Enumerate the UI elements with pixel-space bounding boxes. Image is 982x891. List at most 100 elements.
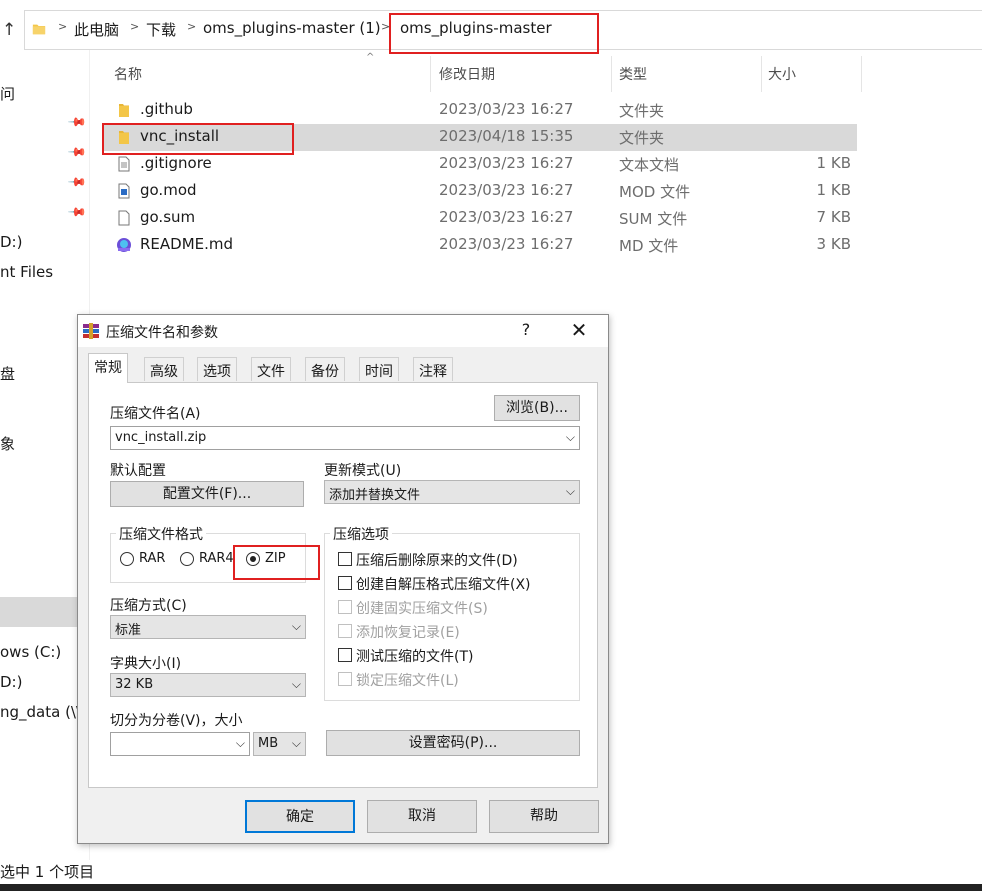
radio-rar4-label[interactable]: RAR4 [199, 551, 234, 566]
tab-files[interactable]: 文件 [251, 357, 291, 381]
column-header-type[interactable]: 类型 [619, 64, 647, 84]
file-size: 7 KB [816, 208, 851, 226]
column-header-name[interactable]: 名称 [114, 64, 142, 84]
column-divider[interactable] [430, 56, 431, 92]
checkbox-recovery [338, 624, 352, 638]
tab-options[interactable]: 选项 [197, 357, 237, 381]
file-row[interactable]: .github 2023/03/23 16:27 文件夹 [104, 97, 857, 124]
method-value: 标准 [115, 623, 142, 638]
checkbox-lock [338, 672, 352, 686]
file-row[interactable]: go.sum 2023/03/23 16:27 SUM 文件 7 KB [104, 205, 857, 232]
close-icon[interactable]: ✕ [568, 318, 590, 342]
file-type: MD 文件 [619, 237, 679, 255]
method-label: 压缩方式(C) [110, 598, 187, 614]
checkbox-recovery-label: 添加恢复记录(E) [356, 625, 460, 641]
file-date: 2023/04/18 15:35 [439, 127, 574, 145]
checkbox-test-label[interactable]: 测试压缩的文件(T) [356, 646, 473, 666]
column-header-size[interactable]: 大小 [768, 64, 796, 84]
column-divider[interactable] [611, 56, 612, 92]
taskbar-edge [0, 884, 982, 891]
help-icon[interactable]: ? [516, 320, 536, 340]
tab-comment[interactable]: 注释 [413, 357, 453, 381]
nav-item[interactable]: 盘 [0, 363, 15, 384]
checkbox-solid-label: 创建固实压缩文件(S) [356, 601, 488, 617]
chevron-down-icon[interactable]: ⌵ [292, 677, 301, 692]
radio-rar-label[interactable]: RAR [139, 551, 165, 566]
nav-item[interactable]: nt Files [0, 263, 53, 281]
column-divider[interactable] [761, 56, 762, 92]
radio-rar4[interactable] [180, 552, 194, 566]
tab-advanced[interactable]: 高级 [144, 357, 184, 381]
dialog-title: 压缩文件名和参数 [106, 325, 218, 341]
file-type: MOD 文件 [619, 183, 691, 201]
markdown-file-icon [117, 238, 131, 252]
chevron-down-icon[interactable]: ⌵ [292, 619, 301, 634]
dict-value: 32 KB [115, 677, 154, 692]
tab-time[interactable]: 时间 [359, 357, 399, 381]
column-header-row: ^ 名称 修改日期 类型 大小 [104, 52, 864, 92]
tab-general[interactable]: 常规 [88, 353, 128, 383]
file-row[interactable]: go.mod 2023/03/23 16:27 MOD 文件 1 KB [104, 178, 857, 205]
breadcrumb-item[interactable]: 此电脑 [74, 19, 119, 40]
checkbox-sfx-label[interactable]: 创建自解压格式压缩文件(X) [356, 574, 531, 594]
column-divider[interactable] [861, 56, 862, 92]
profiles-button[interactable]: 配置文件(F)... [110, 481, 304, 507]
file-name: go.sum [140, 208, 196, 226]
column-header-date[interactable]: 修改日期 [439, 64, 495, 84]
file-name: .github [140, 100, 193, 118]
pin-icon: 📌 [67, 171, 88, 193]
archive-name-field[interactable]: vnc_install.zip ⌵ [110, 426, 580, 450]
file-type: 文件夹 [619, 102, 665, 120]
chevron-down-icon[interactable]: ⌵ [236, 736, 245, 751]
breadcrumb-item[interactable]: 下载 [146, 19, 176, 40]
format-group-title: 压缩文件格式 [116, 524, 206, 544]
help-button[interactable]: 帮助 [489, 800, 599, 833]
chevron-down-icon[interactable]: ⌵ [566, 430, 575, 445]
chevron-down-icon[interactable]: ⌵ [566, 484, 575, 499]
chevron-down-icon[interactable]: ⌵ [292, 736, 301, 751]
nav-item[interactable]: 象 [0, 433, 15, 454]
checkbox-solid [338, 600, 352, 614]
update-mode-select[interactable]: 添加并替换文件 ⌵ [324, 480, 580, 504]
folder-icon [119, 104, 129, 117]
update-mode-label: 更新模式(U) [324, 463, 402, 479]
checkbox-delete-after[interactable] [338, 552, 352, 566]
nav-item[interactable]: 问 [0, 83, 15, 104]
split-unit-select[interactable]: MB ⌵ [253, 732, 306, 756]
status-text: 选中 1 个项目 [0, 863, 95, 881]
dict-select[interactable]: 32 KB ⌵ [110, 673, 306, 697]
file-size: 3 KB [816, 235, 851, 253]
set-password-button[interactable]: 设置密码(P)... [326, 730, 580, 756]
browse-button[interactable]: 浏览(B)... [494, 395, 580, 421]
checkbox-delete-after-label[interactable]: 压缩后删除原来的文件(D) [356, 550, 518, 570]
checkbox-lock-label: 锁定压缩文件(L) [356, 673, 459, 689]
mod-file-icon [118, 183, 130, 199]
nav-item[interactable]: D:) [0, 673, 22, 691]
up-arrow-icon[interactable]: ↑ [2, 20, 20, 40]
text-file-icon [118, 156, 130, 172]
file-date: 2023/03/23 16:27 [439, 208, 574, 226]
checkbox-sfx[interactable] [338, 576, 352, 590]
file-row[interactable]: .gitignore 2023/03/23 16:27 文本文档 1 KB [104, 151, 857, 178]
options-group-title: 压缩选项 [330, 524, 392, 544]
split-size-field[interactable]: ⌵ [110, 732, 250, 756]
sort-ascending-icon: ^ [366, 52, 375, 63]
method-select[interactable]: 标准 ⌵ [110, 615, 306, 639]
file-row[interactable]: README.md 2023/03/23 16:27 MD 文件 3 KB [104, 232, 857, 259]
file-name: README.md [140, 235, 234, 253]
breadcrumb-item[interactable]: oms_plugins-master (1) [203, 19, 381, 37]
file-date: 2023/03/23 16:27 [439, 154, 574, 172]
file-date: 2023/03/23 16:27 [439, 100, 574, 118]
tab-backup[interactable]: 备份 [305, 357, 345, 381]
ok-button[interactable]: 确定 [245, 800, 355, 833]
dialog-titlebar[interactable]: 压缩文件名和参数 ? ✕ [78, 315, 608, 347]
split-unit-value: MB [258, 736, 279, 751]
file-size: 1 KB [816, 154, 851, 172]
nav-item[interactable]: ows (C:) [0, 643, 61, 661]
radio-rar[interactable] [120, 552, 134, 566]
nav-item[interactable]: ng_data (\\ [0, 703, 81, 721]
file-type: SUM 文件 [619, 210, 688, 228]
nav-item[interactable]: D:) [0, 233, 22, 251]
checkbox-test[interactable] [338, 648, 352, 662]
cancel-button[interactable]: 取消 [367, 800, 477, 833]
